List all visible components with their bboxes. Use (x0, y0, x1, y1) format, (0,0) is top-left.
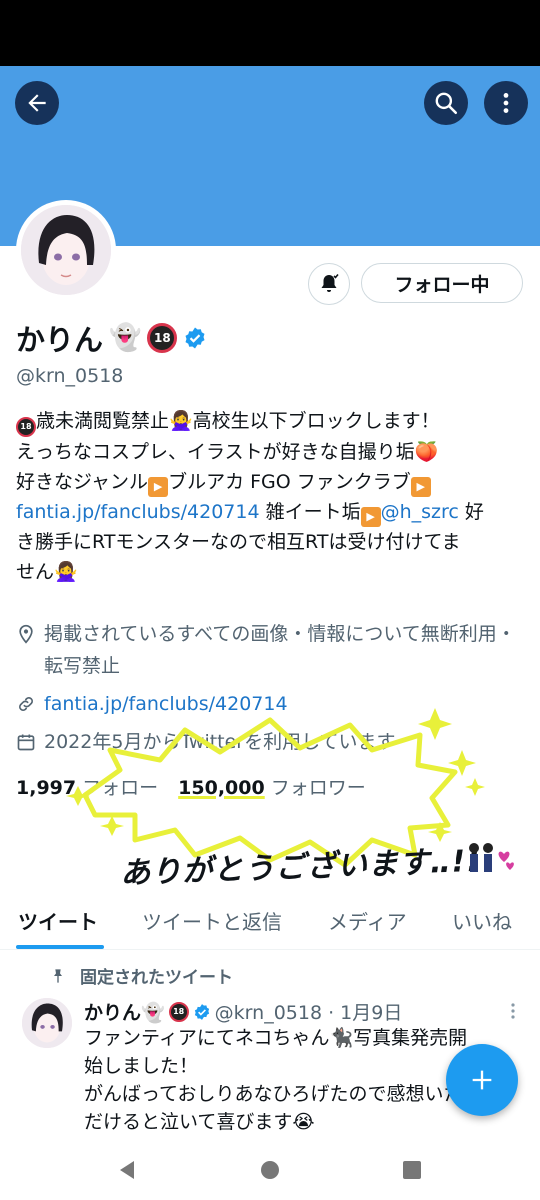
bio-line: 歳未満閲覧禁止🙅‍♀️高校生以下ブロックします！ (36, 410, 440, 432)
tab-tweets-and-replies[interactable]: ツイートと返信 (142, 906, 282, 935)
age-restriction-badge-small: 18 (168, 1001, 189, 1022)
tweet-author-avatar[interactable] (22, 998, 72, 1048)
verified-badge-icon (194, 1003, 209, 1020)
profile-location: 掲載されているすべての画像・情報について無断利用・転写禁止 (44, 623, 516, 677)
pin-icon (54, 968, 62, 983)
compose-tweet-button[interactable] (446, 1044, 518, 1116)
play-button-emoji: ▶ (360, 507, 381, 527)
system-navigation-bar (0, 1140, 540, 1200)
search-icon (435, 92, 458, 115)
bell-notify-icon (321, 273, 339, 292)
location-pin-icon (19, 624, 33, 644)
tweet-author-name[interactable]: かりん👻 (84, 998, 165, 1025)
search-button[interactable] (424, 81, 468, 125)
emoji-people-sticker (469, 843, 514, 872)
pinned-tweet-label-row: 固定されたツイート (50, 963, 233, 988)
tweet-more-icon[interactable] (510, 1002, 516, 1020)
arrow-left-icon (28, 94, 46, 112)
bio-line: 好 (458, 501, 484, 523)
tweet-header: かりん👻 18 @krn_0518 · 1月9日 (84, 998, 402, 1025)
profile-name: かりん (16, 323, 104, 357)
bio-mention-link[interactable]: @h_szrc (381, 501, 459, 523)
bio-fantia-link[interactable]: fantia.jp/fanclubs/420714 (16, 501, 260, 523)
circle-home-icon[interactable] (258, 1158, 282, 1182)
tab-likes[interactable]: いいね (452, 906, 512, 935)
tweet-body-line: だけると泣いて喜びます😭 (84, 1111, 315, 1133)
play-button-emoji: ▶ (148, 477, 169, 497)
play-button-emoji: ▶ (410, 477, 431, 497)
bio-line: 雑イート垢 (259, 501, 361, 523)
age-restriction-badge: 18 (147, 323, 178, 353)
square-recents-icon[interactable] (400, 1158, 424, 1182)
notification-bell-button[interactable] (308, 263, 350, 305)
plus-icon (472, 1070, 492, 1090)
pinned-tweet-label: 固定されたツイート (80, 968, 233, 988)
ghost-emoji: 👻 (109, 323, 142, 353)
tweet-body-line: ファンティアにてネコちゃん🐈‍⬛写真集発売開 (84, 1027, 468, 1049)
triangle-back-icon[interactable] (116, 1158, 140, 1182)
following-button[interactable]: フォロー中 (361, 263, 523, 303)
avatar-image (21, 205, 111, 295)
tweet-handle-date: @krn_0518 · 1月9日 (214, 1002, 403, 1024)
status-bar (0, 0, 540, 66)
age-restriction-badge-small: 18 (16, 417, 36, 437)
bio-line: ブルアカ FGO ファンクラブ (168, 471, 411, 493)
profile-handle: @krn_0518 (16, 365, 124, 387)
bio-line: 好きなジャンル (16, 471, 149, 493)
tab-media[interactable]: メディア (328, 906, 407, 935)
profile-tabs: ツイート ツイートと返信 メディア いいね (0, 894, 540, 950)
profile-name-row: かりん 👻 18 (16, 318, 207, 358)
profile-bio: 18 歳未満閲覧禁止🙅‍♀️高校生以下ブロックします！ えっちなコスプレ、イラスト… (16, 406, 524, 587)
bio-line: えっちなコスプレ、イラストが好きな自撮り垢🍑 (16, 441, 439, 463)
more-options-button[interactable] (484, 81, 528, 125)
bio-line: せん🙅‍♀️ (16, 561, 78, 583)
profile-location-row: 掲載されているすべての画像・情報について無断利用・転写禁止 (16, 618, 516, 682)
back-button[interactable] (15, 81, 59, 125)
profile-avatar[interactable] (16, 200, 116, 300)
bio-line: き勝手にRTモンスターなので相互RTは受け付けてま (16, 531, 461, 553)
verified-badge-icon[interactable] (183, 326, 207, 350)
tab-tweets[interactable]: ツイート (18, 906, 98, 935)
more-vertical-icon (503, 93, 509, 113)
active-tab-indicator (16, 945, 104, 949)
